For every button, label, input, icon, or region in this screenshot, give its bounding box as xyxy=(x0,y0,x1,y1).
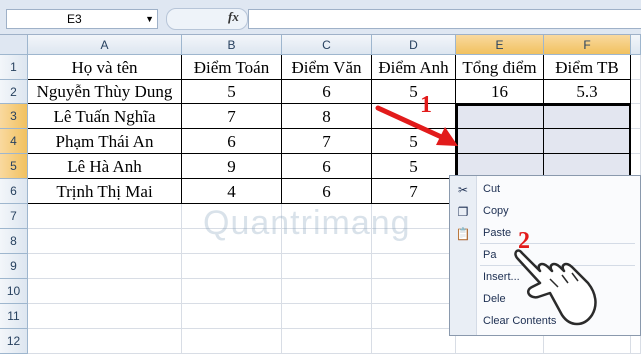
step-one-label: 1 xyxy=(420,92,432,118)
hand-cursor-icon xyxy=(514,249,597,326)
